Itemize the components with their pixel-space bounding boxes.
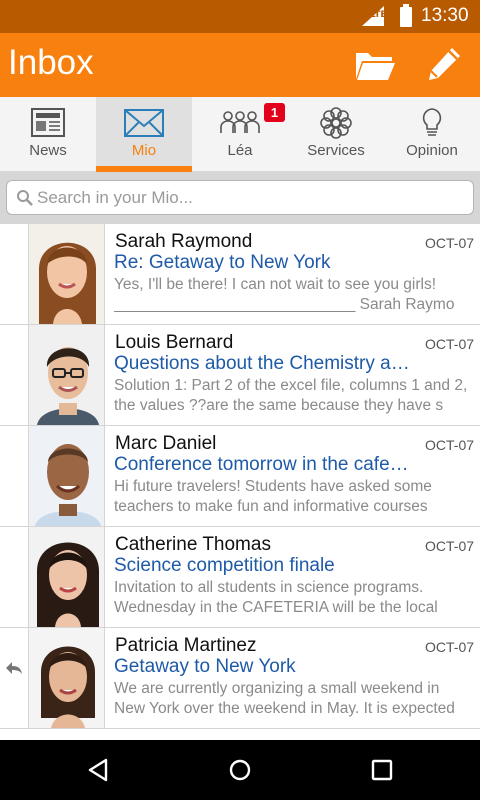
row-gutter bbox=[0, 628, 28, 728]
tab-label: News bbox=[29, 142, 67, 159]
tab-services[interactable]: Services bbox=[288, 97, 384, 172]
message-preview: Invitation to all students in science pr… bbox=[114, 579, 438, 616]
message-subject: Re: Getaway to New York bbox=[114, 252, 331, 273]
row-gutter bbox=[0, 426, 28, 526]
envelope-icon bbox=[124, 109, 164, 137]
tab-news[interactable]: News bbox=[0, 97, 96, 172]
reply-icon bbox=[6, 662, 22, 674]
tab-label: Opinion bbox=[406, 142, 458, 159]
avatar-photo-patricia bbox=[29, 628, 104, 728]
message-date: OCT-07 bbox=[425, 437, 475, 453]
sender-name: Sarah Raymond bbox=[115, 231, 253, 252]
tab-bar: News Mio Léa Services Opinion bbox=[0, 97, 480, 172]
avatar-photo-louis bbox=[29, 325, 104, 425]
message-row[interactable]: Sarah Raymond OCT-07 Re: Getaway to New … bbox=[0, 224, 480, 325]
group-icon bbox=[220, 111, 260, 133]
search-bar-container bbox=[0, 172, 480, 224]
notification-badge: 1 bbox=[264, 103, 285, 122]
avatar-photo-catherine bbox=[29, 527, 104, 627]
row-gutter bbox=[0, 224, 28, 324]
message-subject: Getaway to New York bbox=[114, 656, 296, 677]
tab-mio[interactable]: Mio bbox=[96, 97, 192, 172]
sender-name: Patricia Martinez bbox=[115, 635, 257, 656]
row-gutter bbox=[0, 527, 28, 627]
avatar bbox=[28, 325, 105, 425]
message-row[interactable]: Louis Bernard OCT-07 Questions about the… bbox=[0, 325, 480, 426]
sender-name: Marc Daniel bbox=[115, 433, 217, 454]
page-title: Inbox bbox=[8, 43, 94, 82]
message-subject: Questions about the Chemistry a… bbox=[114, 353, 410, 374]
message-subject: Conference tomorrow in the cafe… bbox=[114, 454, 409, 475]
recent-apps-icon[interactable] bbox=[368, 756, 396, 784]
sender-name: Louis Bernard bbox=[115, 332, 234, 353]
sender-name: Catherine Thomas bbox=[115, 534, 271, 555]
message-preview: Solution 1: Part 2 of the excel file, co… bbox=[114, 377, 468, 414]
app-bar: Inbox bbox=[0, 33, 480, 97]
message-preview: Hi future travelers! Students have asked… bbox=[114, 478, 432, 515]
message-subject: Science competition finale bbox=[114, 555, 335, 576]
search-input[interactable] bbox=[37, 185, 457, 211]
status-bar: LTE 13:30 bbox=[0, 0, 480, 33]
avatar bbox=[28, 224, 105, 324]
system-navigation-bar bbox=[0, 740, 480, 800]
avatar-photo-sarah bbox=[29, 224, 104, 324]
tab-label: Léa bbox=[227, 142, 253, 159]
message-list[interactable]: Sarah Raymond OCT-07 Re: Getaway to New … bbox=[0, 224, 480, 740]
home-icon[interactable] bbox=[226, 756, 254, 784]
status-time: 13:30 bbox=[421, 5, 469, 26]
message-row[interactable]: Patricia Martinez OCT-07 Getaway to New … bbox=[0, 628, 480, 729]
message-date: OCT-07 bbox=[425, 639, 475, 655]
search-icon bbox=[17, 190, 33, 206]
search-box[interactable] bbox=[6, 180, 474, 215]
avatar bbox=[28, 527, 105, 627]
network-type: LTE bbox=[370, 10, 387, 20]
message-date: OCT-07 bbox=[425, 538, 475, 554]
folder-icon[interactable] bbox=[354, 47, 396, 83]
tab-label: Services bbox=[307, 142, 365, 159]
message-date: OCT-07 bbox=[425, 336, 475, 352]
avatar bbox=[28, 628, 105, 728]
flower-icon bbox=[320, 107, 352, 139]
newspaper-icon bbox=[31, 108, 65, 137]
message-row[interactable]: Catherine Thomas OCT-07 Science competit… bbox=[0, 527, 480, 628]
tab-label: Mio bbox=[131, 142, 157, 159]
avatar-photo-marc bbox=[29, 426, 104, 526]
message-preview: We are currently organizing a small week… bbox=[114, 680, 455, 717]
back-icon[interactable] bbox=[84, 756, 112, 784]
battery-icon bbox=[400, 4, 412, 27]
message-preview: Yes, I'll be there! I can not wait to se… bbox=[114, 276, 455, 313]
avatar bbox=[28, 426, 105, 526]
message-row[interactable]: Marc Daniel OCT-07 Conference tomorrow i… bbox=[0, 426, 480, 527]
lightbulb-icon bbox=[422, 108, 442, 136]
tab-opinion[interactable]: Opinion bbox=[384, 97, 480, 172]
compose-pencil-icon[interactable] bbox=[425, 45, 463, 83]
row-gutter bbox=[0, 325, 28, 425]
message-date: OCT-07 bbox=[425, 235, 475, 251]
